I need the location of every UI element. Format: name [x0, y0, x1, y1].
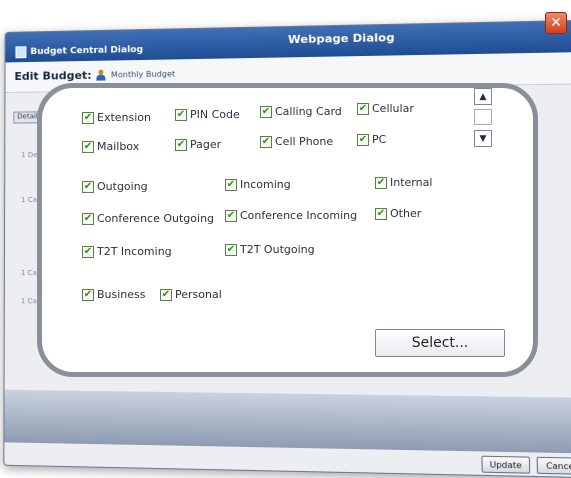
- check-icon: ✔: [260, 105, 272, 118]
- checkbox-label: Incoming: [240, 178, 291, 191]
- checkbox-label: Pager: [190, 138, 222, 151]
- check-icon: ✔: [225, 243, 237, 256]
- checkbox-conference-incoming[interactable]: ✔ Conference Incoming: [225, 209, 357, 222]
- checkbox-label: Calling Card: [275, 105, 342, 118]
- check-icon: ✔: [82, 288, 94, 301]
- checkbox-mailbox[interactable]: ✔ Mailbox: [82, 140, 139, 153]
- scroll-track[interactable]: [474, 109, 492, 125]
- checkbox-calling-card[interactable]: ✔ Calling Card: [260, 105, 342, 118]
- check-icon: ✔: [82, 245, 94, 258]
- checkbox-business[interactable]: ✔ Business: [82, 288, 146, 301]
- select-button[interactable]: Select...: [375, 329, 505, 357]
- budget-name: Monthly Budget: [110, 69, 176, 80]
- check-icon: ✔: [375, 207, 387, 220]
- check-icon: ✔: [375, 176, 387, 189]
- checkbox-callout-panel: ✔ Extension ✔ PIN Code ✔ Calling Card ✔ …: [37, 83, 538, 377]
- check-icon: ✔: [357, 133, 369, 146]
- close-icon[interactable]: ✕: [545, 12, 567, 34]
- check-icon: ✔: [225, 209, 237, 222]
- checkbox-label: T2T Outgoing: [240, 243, 315, 256]
- checkbox-cell-phone[interactable]: ✔ Cell Phone: [260, 135, 333, 148]
- app-icon: [15, 46, 27, 59]
- checkbox-label: PIN Code: [190, 108, 240, 121]
- checkbox-label: Other: [390, 207, 422, 220]
- check-icon: ✔: [82, 212, 94, 225]
- update-button[interactable]: Update: [481, 455, 531, 474]
- checkbox-outgoing[interactable]: ✔ Outgoing: [82, 180, 148, 193]
- checkbox-pc[interactable]: ✔ PC: [357, 133, 386, 146]
- webpage-dialog-title: Webpage Dialog: [287, 30, 395, 47]
- checkbox-t2t-outgoing[interactable]: ✔ T2T Outgoing: [225, 243, 315, 256]
- checkbox-label: Outgoing: [97, 180, 148, 193]
- edit-budget-label: Edit Budget: Monthly Budget: [14, 67, 175, 83]
- checkbox-label: Personal: [175, 288, 222, 301]
- checkbox-pin-code[interactable]: ✔ PIN Code: [175, 108, 240, 121]
- check-icon: ✔: [82, 180, 94, 193]
- user-icon: [97, 70, 106, 81]
- checkbox-pager[interactable]: ✔ Pager: [175, 138, 221, 151]
- checkbox-personal[interactable]: ✔ Personal: [160, 288, 222, 301]
- check-icon: ✔: [82, 111, 94, 124]
- title-left-text: Budget Central Dialog: [30, 44, 144, 58]
- scroll-up-button[interactable]: ▲: [474, 88, 492, 105]
- checkbox-label: Extension: [97, 111, 152, 124]
- checkbox-label: Mailbox: [97, 140, 140, 153]
- check-icon: ✔: [160, 288, 172, 301]
- checkbox-conference-outgoing[interactable]: ✔ Conference Outgoing: [82, 212, 214, 225]
- checkbox-label: Cell Phone: [275, 135, 334, 148]
- checkbox-other[interactable]: ✔ Other: [375, 207, 421, 220]
- checkbox-label: Business: [97, 288, 146, 301]
- checkbox-label: Conference Outgoing: [97, 212, 215, 225]
- check-icon: ✔: [82, 140, 94, 153]
- checkbox-label: Cellular: [372, 102, 414, 115]
- budget-central-title: Budget Central Dialog: [15, 44, 144, 59]
- check-icon: ✔: [357, 102, 369, 115]
- cancel-button[interactable]: Cancel: [536, 456, 571, 475]
- checkbox-label: T2T Incoming: [97, 245, 172, 258]
- dialog-footer-band: [4, 389, 571, 454]
- checkbox-t2t-incoming[interactable]: ✔ T2T Incoming: [82, 245, 172, 258]
- checkbox-label: Conference Incoming: [240, 209, 358, 222]
- checkbox-incoming[interactable]: ✔ Incoming: [225, 178, 291, 191]
- checkbox-label: Internal: [390, 176, 433, 189]
- check-icon: ✔: [260, 135, 272, 148]
- check-icon: ✔: [225, 178, 237, 191]
- checkbox-internal[interactable]: ✔ Internal: [375, 176, 432, 189]
- check-icon: ✔: [175, 108, 187, 121]
- checkbox-cellular[interactable]: ✔ Cellular: [357, 102, 414, 115]
- checkbox-label: PC: [372, 133, 387, 146]
- checkbox-extension[interactable]: ✔ Extension: [82, 111, 151, 124]
- scroll-down-button[interactable]: ▼: [474, 130, 492, 147]
- check-icon: ✔: [175, 138, 187, 151]
- edit-budget-text: Edit Budget:: [14, 68, 92, 83]
